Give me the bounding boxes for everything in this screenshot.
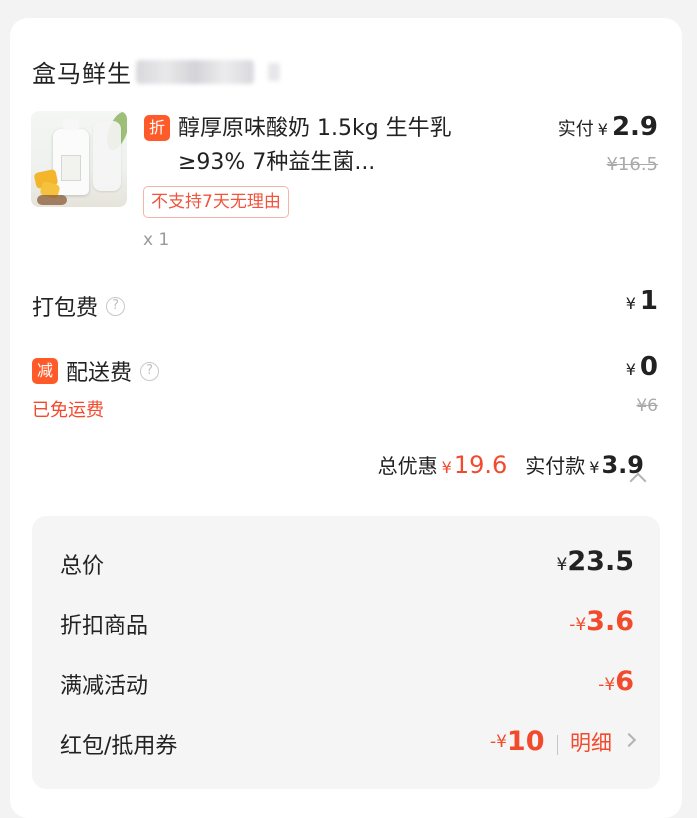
breakdown-label: 满减活动: [60, 674, 149, 699]
total-discount-currency: ¥: [441, 458, 452, 477]
original-price: ¥16.5: [606, 154, 658, 175]
breakdown-row-total: 总价 ¥ 23.5: [60, 546, 634, 580]
delivery-fee-currency: ¥: [625, 360, 636, 379]
packing-fee-row: 打包费 ?: [32, 290, 126, 322]
order-summary[interactable]: 总优惠 ¥ 19.6 实付款 ¥ 3.9: [378, 450, 644, 479]
discount-badge: 折: [144, 115, 170, 141]
breakdown-label: 总价: [60, 554, 105, 579]
reduce-badge: 减: [32, 358, 58, 384]
packing-fee-label: 打包费: [32, 296, 99, 321]
total-paid-currency: ¥: [589, 458, 600, 477]
divider: [556, 734, 558, 755]
order-card: 盒马鲜生 折 醇厚原味酸奶 1.5kg 生牛乳≥93% 7种益生菌... 不支持…: [10, 18, 682, 818]
chevron-right-icon[interactable]: [621, 732, 637, 747]
product-paid-price: 实付 ¥ 2.9: [558, 112, 658, 142]
packing-fee-amount: 1: [639, 286, 658, 316]
breakdown-value: -¥ 6: [598, 666, 634, 697]
delivery-fee-value: ¥ 0: [626, 352, 658, 382]
delivery-fee-row: 减 配送费 ?: [32, 355, 160, 387]
store-arrow-redacted: [268, 62, 280, 81]
price-breakdown-panel: 总价 ¥ 23.5 折扣商品 -¥ 3.6 满减活动 -¥ 6 红包/抵用券 -…: [32, 516, 660, 789]
total-discount-label: 总优惠: [377, 454, 438, 478]
free-shipping-note: 已免运费: [32, 400, 104, 421]
packing-fee-currency: ¥: [625, 294, 636, 313]
breakdown-value: ¥ 23.5: [556, 546, 634, 577]
store-name: 盒马鲜生: [32, 60, 132, 88]
delivery-original-price: ¥6: [636, 396, 658, 416]
product-title[interactable]: 醇厚原味酸奶 1.5kg 生牛乳≥93% 7种益生菌...: [178, 112, 478, 180]
store-name-redacted: [136, 59, 254, 84]
breakdown-row-promotion: 满减活动 -¥ 6: [60, 666, 634, 700]
delivery-fee-label: 配送费: [66, 361, 133, 386]
total-discount-value: 19.6: [453, 451, 508, 479]
breakdown-value: -¥ 10 明细: [490, 726, 637, 757]
delivery-fee-amount: 0: [639, 352, 658, 382]
paid-label: 实付: [557, 119, 594, 140]
product-thumbnail[interactable]: [31, 111, 127, 207]
breakdown-row-discount-items: 折扣商品 -¥ 3.6: [60, 606, 634, 640]
store-header[interactable]: 盒马鲜生: [32, 54, 280, 89]
paid-currency: ¥: [597, 120, 608, 139]
no-return-tag: 不支持7天无理由: [143, 186, 289, 218]
breakdown-value: -¥ 3.6: [569, 606, 634, 637]
product-quantity: x 1: [143, 230, 170, 250]
help-circle-icon[interactable]: ?: [140, 361, 160, 381]
packing-fee-value: ¥ 1: [626, 286, 658, 316]
help-circle-icon[interactable]: ?: [106, 296, 126, 316]
breakdown-label: 红包/抵用券: [60, 734, 178, 759]
paid-value: 2.9: [611, 112, 658, 142]
total-paid-label: 实付款: [525, 454, 586, 478]
breakdown-row-coupons[interactable]: 红包/抵用券 -¥ 10 明细: [60, 726, 637, 760]
breakdown-label: 折扣商品: [60, 614, 149, 639]
coupon-detail-link[interactable]: 明细: [570, 727, 612, 757]
